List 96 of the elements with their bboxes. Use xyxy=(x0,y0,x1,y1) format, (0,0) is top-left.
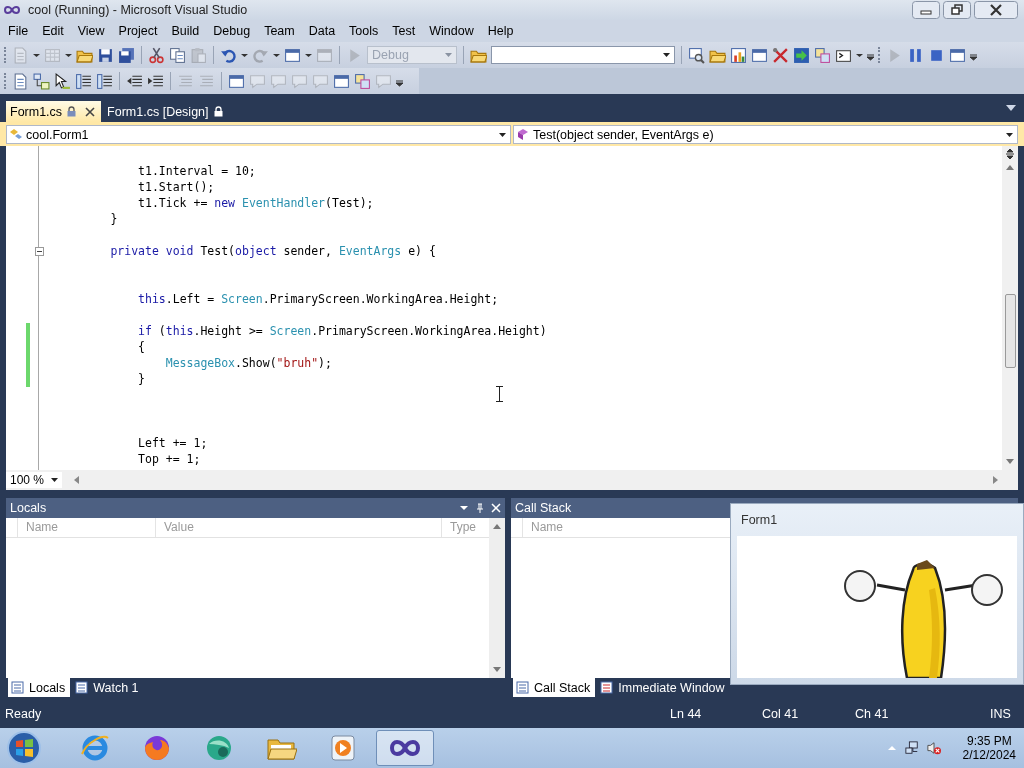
tree-icon[interactable] xyxy=(33,72,50,90)
menu-item[interactable]: Team xyxy=(257,24,302,38)
windows-icon[interactable] xyxy=(354,72,371,90)
scroll-down-icon[interactable] xyxy=(493,667,501,672)
code-line: Top += 1; xyxy=(137,452,201,466)
insert-mode: INS xyxy=(990,707,1011,721)
list-icon[interactable] xyxy=(75,72,92,90)
dropdown-arrow-icon[interactable] xyxy=(51,478,58,482)
code-line: private void Test(object sender, EventArgs e) { xyxy=(109,244,436,258)
document-tab[interactable]: Form1.cs [Design] xyxy=(103,101,229,122)
network-icon[interactable] xyxy=(904,741,919,755)
type-dropdown[interactable]: cool.Form1 xyxy=(6,125,511,144)
panel-tab[interactable]: Locals xyxy=(8,678,71,697)
window-icon[interactable] xyxy=(333,72,350,90)
chart-icon[interactable] xyxy=(730,46,747,64)
code-line: this.Left = Screen.PrimaryScreen.WorkingArea.Height; xyxy=(137,292,499,306)
menu-item[interactable]: Tools xyxy=(342,24,386,38)
code-line: Left += 1; xyxy=(137,436,208,450)
taskbar-button[interactable] xyxy=(376,730,434,766)
dropdown-arrow-icon[interactable] xyxy=(663,53,670,57)
panel-tab[interactable]: Immediate Window xyxy=(597,678,730,697)
menu-item[interactable]: Help xyxy=(480,24,521,38)
character-number: Ch 41 xyxy=(855,707,889,721)
dropdown-arrow-icon[interactable] xyxy=(1006,132,1013,137)
restore-icon[interactable] xyxy=(943,1,971,19)
close-icon[interactable] xyxy=(85,106,96,117)
window-icon[interactable] xyxy=(751,46,768,64)
menu-item[interactable]: Build xyxy=(164,24,207,38)
dropdown-arrow-icon[interactable] xyxy=(459,503,469,513)
text-cursor-icon xyxy=(496,386,503,402)
panel-tab[interactable]: Call Stack xyxy=(513,678,596,697)
code-line: t1.Interval = 10; xyxy=(137,164,256,178)
code-line: } xyxy=(137,372,145,386)
document-icon[interactable] xyxy=(12,72,29,90)
clock-time[interactable]: 9:35 PM xyxy=(966,734,1012,748)
scroll-thumb[interactable] xyxy=(1004,294,1016,368)
scroll-up-icon[interactable] xyxy=(1006,165,1014,170)
collapse-icon[interactable] xyxy=(34,246,44,256)
code-line: { xyxy=(137,340,145,354)
code-line: t1.Start(); xyxy=(137,180,215,194)
menu-item[interactable]: Project xyxy=(111,24,165,38)
close-icon[interactable] xyxy=(974,1,1018,19)
clock-date[interactable]: 2/12/2024 xyxy=(962,748,1016,762)
list-icon xyxy=(75,680,90,695)
window-icon[interactable] xyxy=(284,46,301,64)
panel-title: Locals xyxy=(10,501,48,515)
cursor-icon[interactable] xyxy=(54,72,71,90)
code-line: MessageBox.Show("bruh"); xyxy=(164,356,332,370)
start-button[interactable] xyxy=(6,730,42,766)
document-tab[interactable]: Form1.cs xyxy=(6,101,102,122)
copy-icon[interactable] xyxy=(169,46,186,64)
search-icon[interactable] xyxy=(688,46,705,64)
code-line: } xyxy=(109,212,118,226)
column-number: Col 41 xyxy=(762,707,799,721)
scroll-right-icon[interactable] xyxy=(993,476,998,484)
dropdown-arrow-icon[interactable] xyxy=(1006,105,1016,111)
panel-title: Call Stack xyxy=(515,501,573,515)
dropdown-arrow-icon[interactable] xyxy=(499,132,506,137)
save-icon[interactable] xyxy=(97,46,114,64)
class-icon xyxy=(9,127,23,142)
menu-item[interactable]: Edit xyxy=(35,24,71,38)
line-number: Ln 44 xyxy=(670,707,702,721)
menu-item[interactable]: Window xyxy=(422,24,481,38)
menu-item[interactable]: File xyxy=(1,24,36,38)
list-icon xyxy=(516,680,530,695)
list-icon xyxy=(11,680,25,695)
method-icon xyxy=(516,127,530,142)
window-icon[interactable] xyxy=(228,72,245,90)
scroll-down-icon[interactable] xyxy=(1006,459,1014,464)
arrow-icon[interactable] xyxy=(793,46,810,64)
speaker-muted-icon[interactable] xyxy=(926,741,941,755)
vertical-scrollbar[interactable] xyxy=(1002,146,1018,470)
member-dropdown[interactable]: Test(object sender, EventArgs e) xyxy=(513,125,1018,144)
code-line: t1.Tick += new EventHandler(Test); xyxy=(137,196,374,210)
zoom-dropdown[interactable]: 100 % xyxy=(6,472,62,488)
infinity-icon xyxy=(4,5,20,15)
pin-icon[interactable] xyxy=(475,503,485,513)
menu-item[interactable]: View xyxy=(70,24,112,38)
windows-icon[interactable] xyxy=(814,46,831,64)
window-icon[interactable] xyxy=(949,46,966,64)
window-title: Form1 xyxy=(740,512,779,529)
list-icon[interactable] xyxy=(96,72,113,90)
list-icon xyxy=(600,680,615,695)
scroll-up-icon[interactable] xyxy=(493,524,501,529)
scroll-left-icon[interactable] xyxy=(74,476,79,484)
menu-item[interactable]: Debug xyxy=(206,24,258,38)
status-text: Ready xyxy=(5,707,42,721)
pause-icon[interactable] xyxy=(907,46,924,64)
panel-tab[interactable]: Watch 1 xyxy=(72,678,144,697)
code-line: if (this.Height >= Screen.PrimaryScreen.WorkingArea.Height) xyxy=(137,324,547,338)
window-title: cool (Running) - Microsoft Visual Studio xyxy=(28,3,248,17)
menu-item[interactable]: Data xyxy=(301,24,343,38)
menu-item[interactable]: Test xyxy=(385,24,423,38)
save-all-icon[interactable] xyxy=(118,46,135,64)
splitter-icon[interactable] xyxy=(1005,149,1015,159)
cut-icon[interactable] xyxy=(148,46,165,64)
